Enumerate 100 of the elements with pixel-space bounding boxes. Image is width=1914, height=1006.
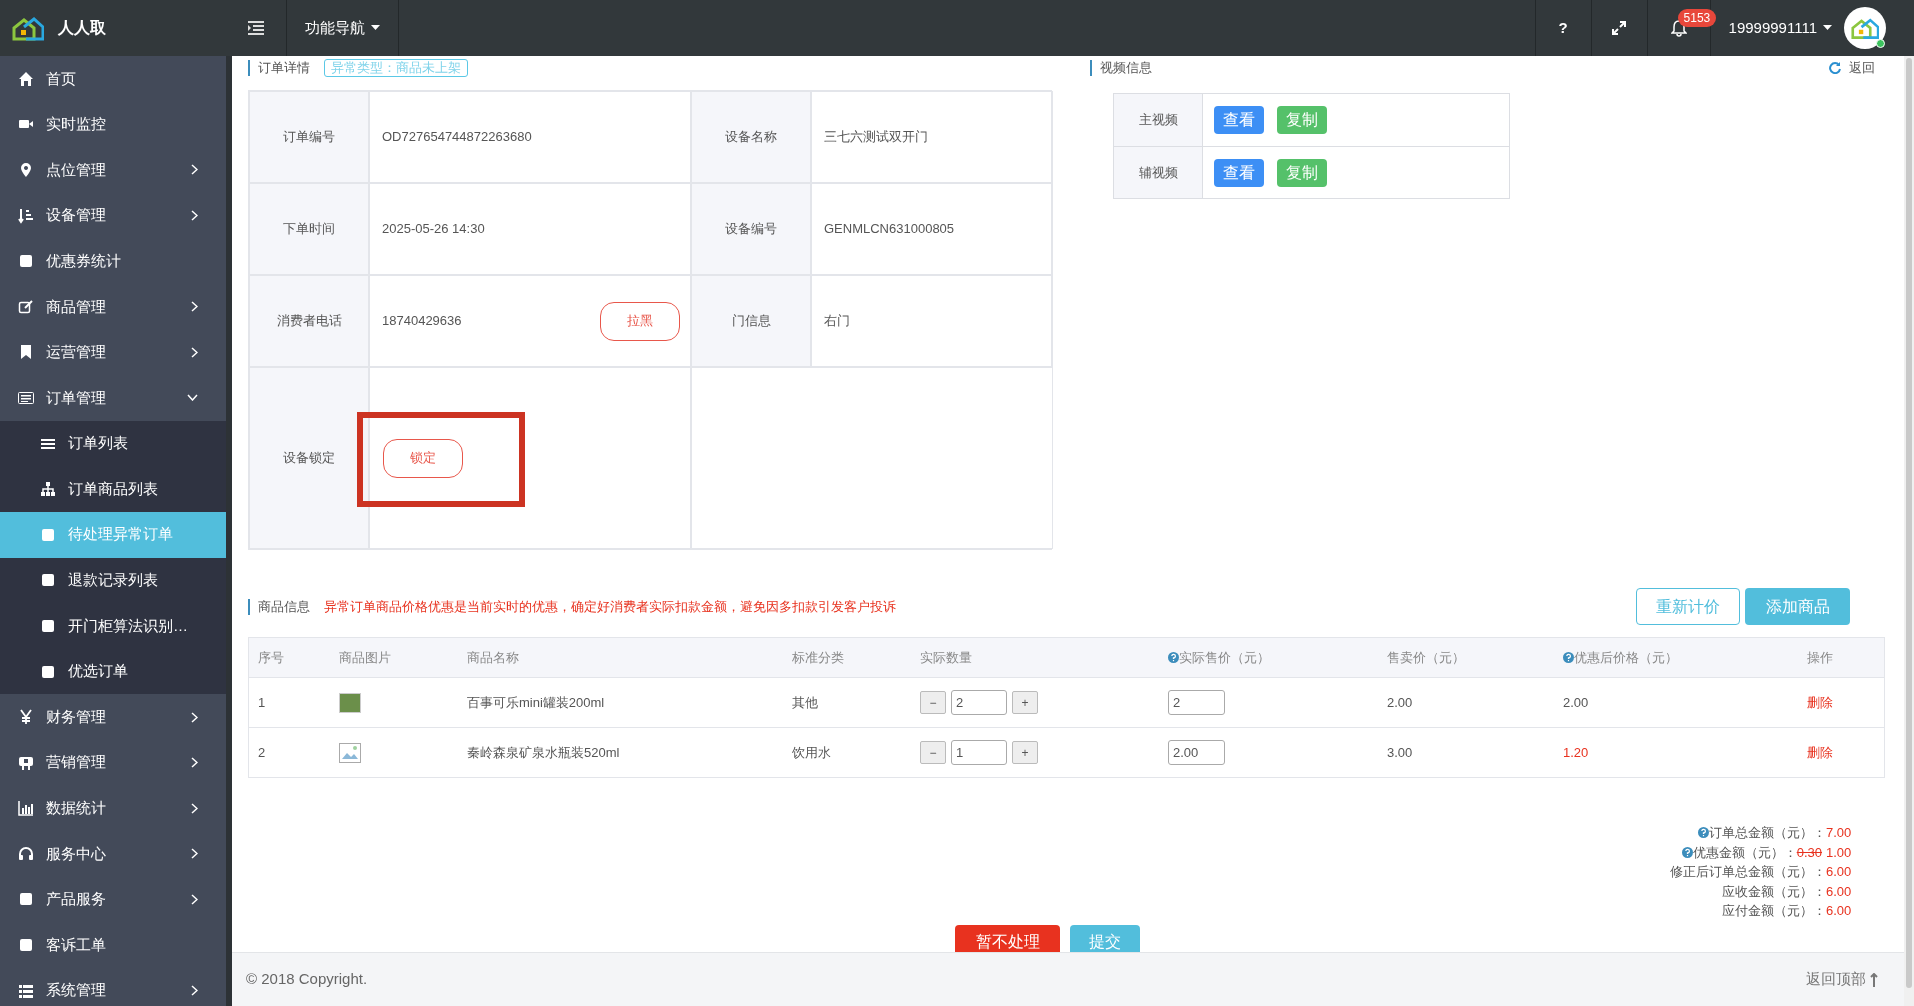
total-amount: 6.00 [1826, 882, 1852, 901]
refresh-icon [1829, 62, 1841, 74]
column-header: 商品图片 [339, 648, 392, 667]
chevron-right-icon [191, 711, 198, 723]
blacklist-button[interactable]: 拉黑 [600, 301, 680, 341]
increment-button[interactable]: + [1012, 741, 1038, 764]
table-cell-text: 2 [258, 743, 267, 762]
sidebar-item[interactable]: 商品管理 [0, 283, 226, 330]
column-header: 实际售价（元） [1168, 647, 1387, 668]
chevron-right-icon [191, 894, 198, 905]
brand-name: 人人取 [58, 18, 106, 38]
field-value: GENMLCN631000805 [824, 220, 956, 239]
section-title: 视频信息 [1090, 60, 1152, 76]
help-button[interactable]: ? [1534, 0, 1591, 56]
field-label: 消费者电话 [249, 275, 369, 367]
sidebar-item[interactable]: 财务管理 [0, 694, 226, 740]
caret-icon [1823, 25, 1832, 31]
chevron-right-icon [191, 210, 198, 222]
sidebar-item[interactable]: 运营管理 [0, 329, 226, 376]
sidebar-item[interactable]: 系统管理 [0, 967, 226, 1006]
total-amount: 6.00 [1826, 902, 1852, 920]
sidebar-subitem[interactable]: 订单列表 [0, 420, 226, 467]
chevron-right-icon [191, 985, 198, 997]
table-cell-text: 百事可乐mini罐装200ml [467, 693, 606, 712]
field-value: 18740429636 [382, 312, 463, 331]
warning-text: 异常订单商品价格优惠是当前实时的优惠，确定好消费者实际扣款金额，避免因多扣款引发客户投诉 [324, 597, 896, 616]
chevron-right-icon [191, 802, 198, 814]
bar-chart-icon [18, 800, 34, 817]
total-label: 优惠金额（元）： [1692, 843, 1797, 862]
field-value: OD727654744872263680 [382, 128, 533, 147]
sidebar-item[interactable]: 订单管理 [0, 375, 226, 421]
delete-link[interactable]: 删除 [1807, 744, 1833, 760]
total-label: 修正后订单总金额（元）： [1670, 863, 1826, 881]
chevron-down-icon [187, 394, 198, 402]
caret-icon [371, 25, 380, 31]
sidebar-subitem[interactable]: 退款记录列表 [0, 557, 226, 604]
help-icon [1563, 652, 1574, 663]
field-label: 门信息 [691, 275, 811, 367]
back-to-top-link[interactable]: 返回顶部 [1806, 968, 1878, 991]
table-cell-text: 3.00 [1387, 743, 1414, 762]
decrement-button[interactable]: − [920, 691, 946, 714]
chevron-right-icon [191, 301, 198, 313]
list-card-icon [18, 389, 34, 406]
sidebar-item[interactable]: 产品服务 [0, 876, 226, 923]
delete-link[interactable]: 删除 [1807, 694, 1833, 710]
copyright-text: © 2018 Copyright. [246, 969, 368, 990]
table-cell-text: 饮用水 [792, 743, 832, 762]
table-cell-text: 2.00 [1387, 693, 1414, 712]
field-value: 三七六测试双开门 [824, 128, 929, 147]
field-label: 设备名称 [691, 91, 811, 183]
photo-placeholder [339, 692, 361, 713]
arrow-up-icon [1870, 972, 1878, 987]
notification-badge: 5153 [1677, 9, 1717, 27]
home-icon [18, 70, 34, 87]
scrollbar[interactable] [1904, 56, 1914, 1006]
quantity-field[interactable]: 2 [951, 690, 1007, 715]
square-icon [40, 663, 56, 680]
headphones-icon [18, 845, 34, 862]
sidebar-item[interactable]: 首页 [0, 56, 226, 102]
increment-button[interactable]: + [1012, 691, 1038, 714]
sidebar-subitem[interactable]: 开门柜算法识别… [0, 603, 226, 649]
avatar[interactable] [1844, 7, 1886, 49]
square-icon [18, 937, 34, 954]
sidebar-item[interactable]: 设备管理 [0, 192, 226, 239]
sidebar-item[interactable]: 客诉工单 [0, 922, 226, 968]
sidebar-item[interactable]: 点位管理 [0, 147, 226, 193]
old-amount: 0.30 [1796, 843, 1822, 862]
decrement-button[interactable]: − [920, 741, 946, 764]
total-amount: 1.00 [1826, 843, 1852, 862]
price-field[interactable]: 2.00 [1168, 740, 1225, 765]
house-logo-icon [12, 15, 44, 41]
sidebar-item[interactable]: 数据统计 [0, 785, 226, 832]
nav-menu-dropdown[interactable]: 功能导航 [286, 0, 399, 56]
total-label: 订单总金额（元）： [1709, 824, 1826, 842]
square-icon [40, 572, 56, 589]
sidebar-item[interactable]: 营销管理 [0, 739, 226, 786]
field-label: 设备编号 [691, 183, 811, 275]
square-icon [40, 617, 56, 634]
sidebar-subitem[interactable]: 优选订单 [0, 648, 226, 695]
quantity-field[interactable]: 1 [951, 740, 1007, 765]
gift-icon [18, 754, 34, 771]
lock-button[interactable]: 锁定 [383, 438, 463, 478]
field-label: 设备锁定 [249, 367, 369, 549]
price-field[interactable]: 2 [1168, 690, 1225, 715]
column-header: 商品名称 [467, 648, 520, 667]
sidebar-item[interactable]: 实时监控 [0, 101, 226, 148]
chevron-right-icon [191, 757, 198, 769]
column-header: 实际数量 [920, 648, 973, 667]
sidebar-item[interactable]: 优惠券统计 [0, 238, 226, 284]
sidebar-subitem[interactable]: 订单商品列表 [0, 466, 226, 512]
edit-icon [18, 298, 34, 315]
sitemap-icon [40, 481, 56, 498]
column-header: 标准分类 [792, 648, 845, 667]
sidebar-item[interactable]: 服务中心 [0, 831, 226, 877]
list-icon [18, 982, 34, 999]
field-label: 订单编号 [249, 91, 369, 183]
field-label: 下单时间 [249, 183, 369, 275]
defer-button[interactable]: 暂不处理 [955, 924, 1060, 952]
total-label: 应收金额（元）： [1722, 882, 1826, 901]
back-link[interactable]: 返回 [1829, 58, 1875, 78]
